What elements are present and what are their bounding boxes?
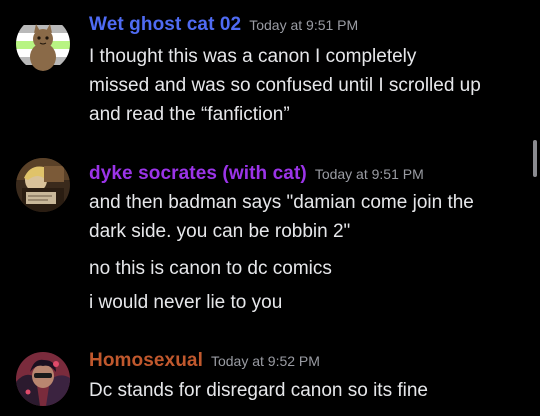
timestamp: Today at 9:51 PM <box>314 166 424 182</box>
chat-message-list[interactable]: Wet ghost cat 02 Today at 9:51 PM I thoug… <box>0 0 540 416</box>
message-header: dyke socrates (with cat) Today at 9:51 PM <box>89 161 424 188</box>
message-text: no this is canon to dc comics <box>89 258 332 279</box>
username[interactable]: Homosexual <box>89 350 203 371</box>
message-text: i would never lie to you <box>89 292 283 313</box>
comic-character-avatar-icon <box>16 352 70 406</box>
message-text: and read the “fanfiction” <box>89 104 290 125</box>
painting-portrait-avatar-icon <box>16 158 70 212</box>
message-text: dark side. you can be robbin 2" <box>89 221 351 242</box>
message-text: missed and was so confused until I scrol… <box>89 75 481 96</box>
message-header: Wet ghost cat 02 Today at 9:51 PM <box>89 12 358 39</box>
timestamp: Today at 9:51 PM <box>249 17 359 33</box>
avatar[interactable] <box>16 17 70 71</box>
message-header: Homosexual Today at 9:52 PM <box>89 348 320 375</box>
avatar[interactable] <box>16 158 70 212</box>
timestamp: Today at 9:52 PM <box>210 353 320 369</box>
message-text: Dc stands for disregard canon so its fin… <box>89 380 429 401</box>
agender-flag-cat-avatar-icon <box>16 17 70 71</box>
username[interactable]: dyke socrates (with cat) <box>89 163 307 184</box>
message-text: I thought this was a canon I completely <box>89 46 417 67</box>
username[interactable]: Wet ghost cat 02 <box>89 14 241 35</box>
avatar[interactable] <box>16 352 70 406</box>
message-text: and then badman says "damian come join t… <box>89 192 474 213</box>
scrollbar-thumb[interactable] <box>533 140 537 177</box>
